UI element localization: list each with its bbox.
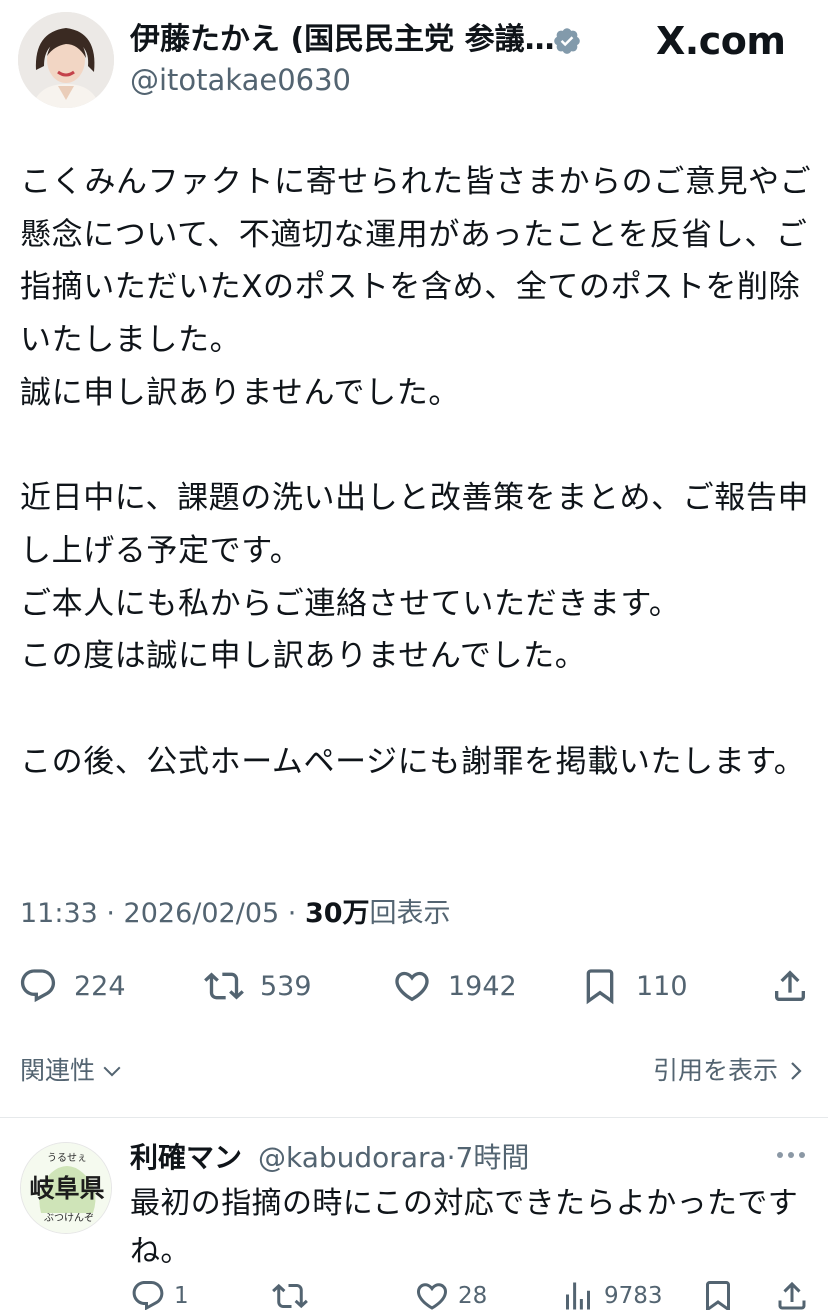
reply-bookmark-button[interactable] xyxy=(700,1278,736,1310)
reply-icon xyxy=(132,1281,164,1310)
view-count: 30万 xyxy=(304,898,370,929)
view-quotes-link[interactable]: 引用を表示 xyxy=(653,1052,804,1090)
x-logo: X.com xyxy=(656,19,786,63)
reply-view-count: 9783 xyxy=(604,1283,663,1309)
reply-icon xyxy=(20,969,56,1003)
post-text: こくみんファクトに寄せられた皆さまからのご意見やご懸念について、不適切な運用があ… xyxy=(20,164,812,780)
repost-count: 539 xyxy=(260,970,312,1002)
bookmark-icon xyxy=(586,969,614,1005)
quotes-label: 引用を表示 xyxy=(652,1056,778,1085)
related-label: 関連性 xyxy=(20,1056,96,1085)
post-meta: 11:33 · 2026/02/05 · 30万回表示 xyxy=(20,894,451,934)
reply-reply-button[interactable]: 1 xyxy=(130,1278,189,1310)
heart-icon xyxy=(416,1283,448,1310)
reply-author-handle[interactable]: @kabudorara·7時間 xyxy=(258,1138,529,1178)
bookmark-count: 110 xyxy=(636,970,688,1002)
reply-avatar-main-text: 岐阜県 xyxy=(29,1174,104,1203)
chevron-right-icon xyxy=(791,1062,802,1080)
related-sort-dropdown[interactable]: 関連性 xyxy=(20,1052,123,1090)
chevron-down-icon xyxy=(103,1066,121,1077)
author-avatar[interactable] xyxy=(18,12,114,108)
analytics-icon xyxy=(566,1282,590,1310)
view-count-label: 回表示 xyxy=(369,898,451,929)
reply-share-button[interactable] xyxy=(774,1278,810,1310)
share-icon xyxy=(778,1281,806,1310)
post-timestamp[interactable]: 11:33 · 2026/02/05 · xyxy=(20,898,305,929)
reply-repost-button[interactable] xyxy=(272,1278,308,1310)
repost-icon xyxy=(272,1283,308,1309)
like-button[interactable]: 1942 xyxy=(392,962,517,1010)
reply-avatar[interactable]: うるせぇ 岐阜県 ぶつけんぞ xyxy=(20,1142,112,1234)
verified-badge-icon xyxy=(554,28,580,54)
like-count: 1942 xyxy=(448,970,517,1002)
reply-count: 224 xyxy=(74,970,126,1002)
bookmark-button[interactable]: 110 xyxy=(580,962,688,1010)
repost-icon xyxy=(204,972,244,1000)
share-button[interactable] xyxy=(770,962,810,1010)
reply-reply-count: 1 xyxy=(174,1283,189,1309)
reply-like-button[interactable]: 28 xyxy=(414,1278,487,1310)
reply-button[interactable]: 224 xyxy=(18,962,126,1010)
repost-button[interactable]: 539 xyxy=(204,962,312,1010)
reply-avatar-top-text: うるせぇ xyxy=(47,1152,87,1164)
reply-text: 最初の指摘の時にこの対応できたらよかったですね。 xyxy=(130,1186,799,1269)
reply-avatar-bottom-text: ぶつけんぞ xyxy=(44,1212,94,1224)
reply-author-name[interactable]: 利確マン xyxy=(130,1138,242,1178)
share-icon xyxy=(775,970,805,1001)
divider xyxy=(0,1117,828,1118)
reply-like-count: 28 xyxy=(458,1283,488,1309)
author-name[interactable]: 伊藤たかえ (国民民主党 参議… xyxy=(130,20,555,60)
author-handle[interactable]: @itotakae0630 xyxy=(130,60,351,100)
bookmark-icon xyxy=(706,1281,730,1310)
more-icon[interactable] xyxy=(776,1150,806,1160)
heart-icon xyxy=(395,971,429,1002)
reply-views-button[interactable]: 9783 xyxy=(560,1278,663,1310)
